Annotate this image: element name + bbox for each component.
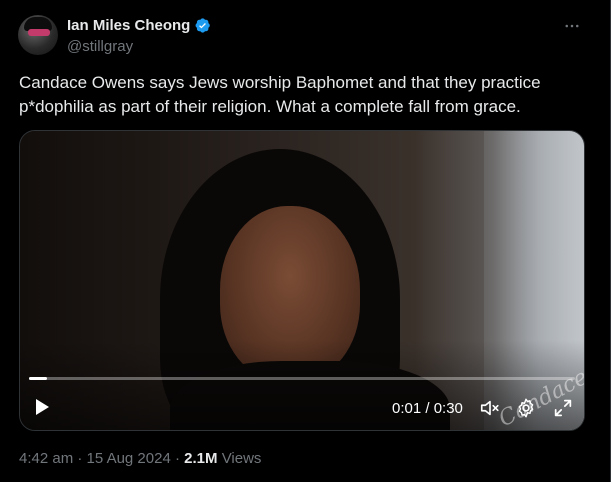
tweet: Ian Miles Cheong @stillgray Candace Owen… — [0, 0, 611, 482]
more-options-button[interactable] — [560, 14, 584, 38]
gear-icon[interactable] — [515, 397, 537, 419]
video-progress-fill — [29, 377, 48, 380]
video-progress-bar[interactable] — [29, 377, 575, 380]
meta-separator: · — [77, 450, 83, 467]
author-display-name[interactable]: Ian Miles Cheong — [67, 17, 190, 34]
avatar-glasses — [28, 29, 50, 36]
views-count: 2.1M — [184, 450, 218, 467]
tweet-date[interactable]: 15 Aug 2024 — [87, 450, 171, 467]
tweet-text: Candace Owens says Jews worship Baphomet… — [19, 73, 541, 116]
tweet-time[interactable]: 4:42 am — [19, 450, 73, 467]
author-name-row[interactable]: Ian Miles Cheong — [67, 17, 211, 34]
more-horizontal-icon — [565, 24, 579, 28]
views-label: Views — [221, 450, 262, 467]
muted-speaker-icon[interactable] — [479, 397, 501, 419]
fullscreen-icon[interactable] — [552, 397, 574, 419]
play-icon[interactable] — [32, 397, 52, 417]
video-player[interactable]: 0:01 / 0:30 Candace — [19, 130, 585, 431]
author-handle[interactable]: @stillgray — [67, 38, 133, 55]
tweet-metadata: 4:42 am · 15 Aug 2024 · 2.1M Views — [19, 450, 261, 467]
video-time-display: 0:01 / 0:30 — [392, 400, 463, 417]
verified-badge-icon — [195, 18, 211, 33]
meta-separator: · — [174, 450, 180, 467]
avatar[interactable] — [18, 15, 58, 55]
